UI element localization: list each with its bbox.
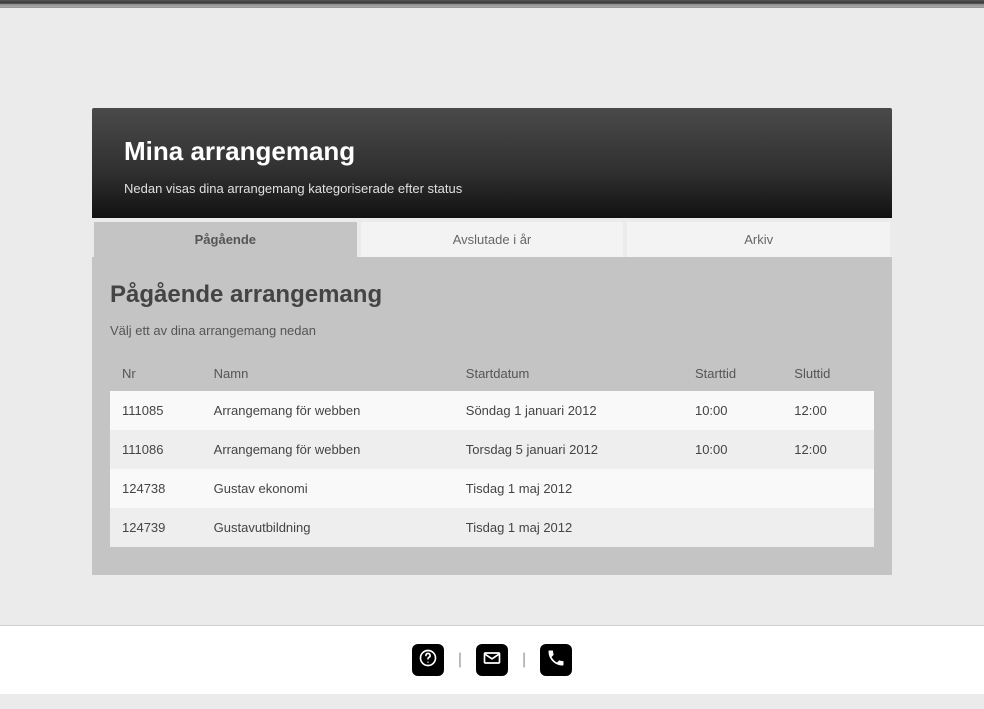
cell-sluttid	[782, 469, 874, 508]
cell-namn: Gustav ekonomi	[202, 469, 454, 508]
cell-namn: Arrangemang för webben	[202, 430, 454, 469]
cell-namn: Arrangemang för webben	[202, 391, 454, 430]
col-header-sluttid: Sluttid	[782, 356, 874, 391]
cell-sluttid: 12:00	[782, 430, 874, 469]
cell-startdatum: Tisdag 1 maj 2012	[454, 469, 683, 508]
mail-icon	[482, 648, 502, 673]
cell-starttid	[683, 508, 782, 547]
phone-button[interactable]	[540, 644, 572, 676]
cell-nr: 111085	[110, 391, 202, 430]
footer: | |	[0, 626, 984, 694]
mail-button[interactable]	[476, 644, 508, 676]
tab-archive[interactable]: Arkiv	[627, 222, 890, 257]
cell-starttid: 10:00	[683, 430, 782, 469]
top-divider	[0, 0, 984, 8]
tab-content: Pågående arrangemang Välj ett av dina ar…	[92, 257, 892, 575]
tab-label: Pågående	[195, 232, 256, 247]
table-row[interactable]: 111086 Arrangemang för webben Torsdag 5 …	[110, 430, 874, 469]
col-header-nr: Nr	[110, 356, 202, 391]
page-title: Mina arrangemang	[124, 136, 860, 167]
table-row[interactable]: 111085 Arrangemang för webben Söndag 1 j…	[110, 391, 874, 430]
tab-label: Arkiv	[744, 232, 773, 247]
cell-nr: 111086	[110, 430, 202, 469]
content-container: Mina arrangemang Nedan visas dina arrang…	[92, 8, 892, 575]
phone-icon	[546, 648, 566, 673]
table-header-row: Nr Namn Startdatum Starttid Sluttid	[110, 356, 874, 391]
cell-starttid	[683, 469, 782, 508]
col-header-namn: Namn	[202, 356, 454, 391]
page: Mina arrangemang Nedan visas dina arrang…	[0, 8, 984, 694]
tab-ongoing[interactable]: Pågående	[94, 222, 357, 257]
col-header-starttid: Starttid	[683, 356, 782, 391]
cell-namn: Gustavutbildning	[202, 508, 454, 547]
help-button[interactable]	[412, 644, 444, 676]
page-subtitle: Nedan visas dina arrangemang kategoriser…	[124, 181, 860, 196]
cell-startdatum: Torsdag 5 januari 2012	[454, 430, 683, 469]
cell-nr: 124738	[110, 469, 202, 508]
tab-completed-this-year[interactable]: Avslutade i år	[361, 222, 624, 257]
section-title: Pågående arrangemang	[110, 281, 874, 309]
tab-label: Avslutade i år	[453, 232, 532, 247]
arrangement-table: Nr Namn Startdatum Starttid Sluttid 1110…	[110, 356, 874, 547]
cell-nr: 124739	[110, 508, 202, 547]
cell-sluttid	[782, 508, 874, 547]
cell-startdatum: Tisdag 1 maj 2012	[454, 508, 683, 547]
cell-starttid: 10:00	[683, 391, 782, 430]
header-banner: Mina arrangemang Nedan visas dina arrang…	[92, 108, 892, 218]
footer-divider: |	[458, 651, 462, 669]
table-row[interactable]: 124738 Gustav ekonomi Tisdag 1 maj 2012	[110, 469, 874, 508]
content-block: Pågående Avslutade i år Arkiv Pågående a…	[92, 218, 892, 575]
col-header-startdatum: Startdatum	[454, 356, 683, 391]
tab-bar: Pågående Avslutade i år Arkiv	[92, 218, 892, 257]
footer-divider: |	[522, 651, 526, 669]
cell-startdatum: Söndag 1 januari 2012	[454, 391, 683, 430]
help-icon	[418, 648, 438, 673]
section-subtitle: Välj ett av dina arrangemang nedan	[110, 323, 874, 338]
table-row[interactable]: 124739 Gustavutbildning Tisdag 1 maj 201…	[110, 508, 874, 547]
cell-sluttid: 12:00	[782, 391, 874, 430]
